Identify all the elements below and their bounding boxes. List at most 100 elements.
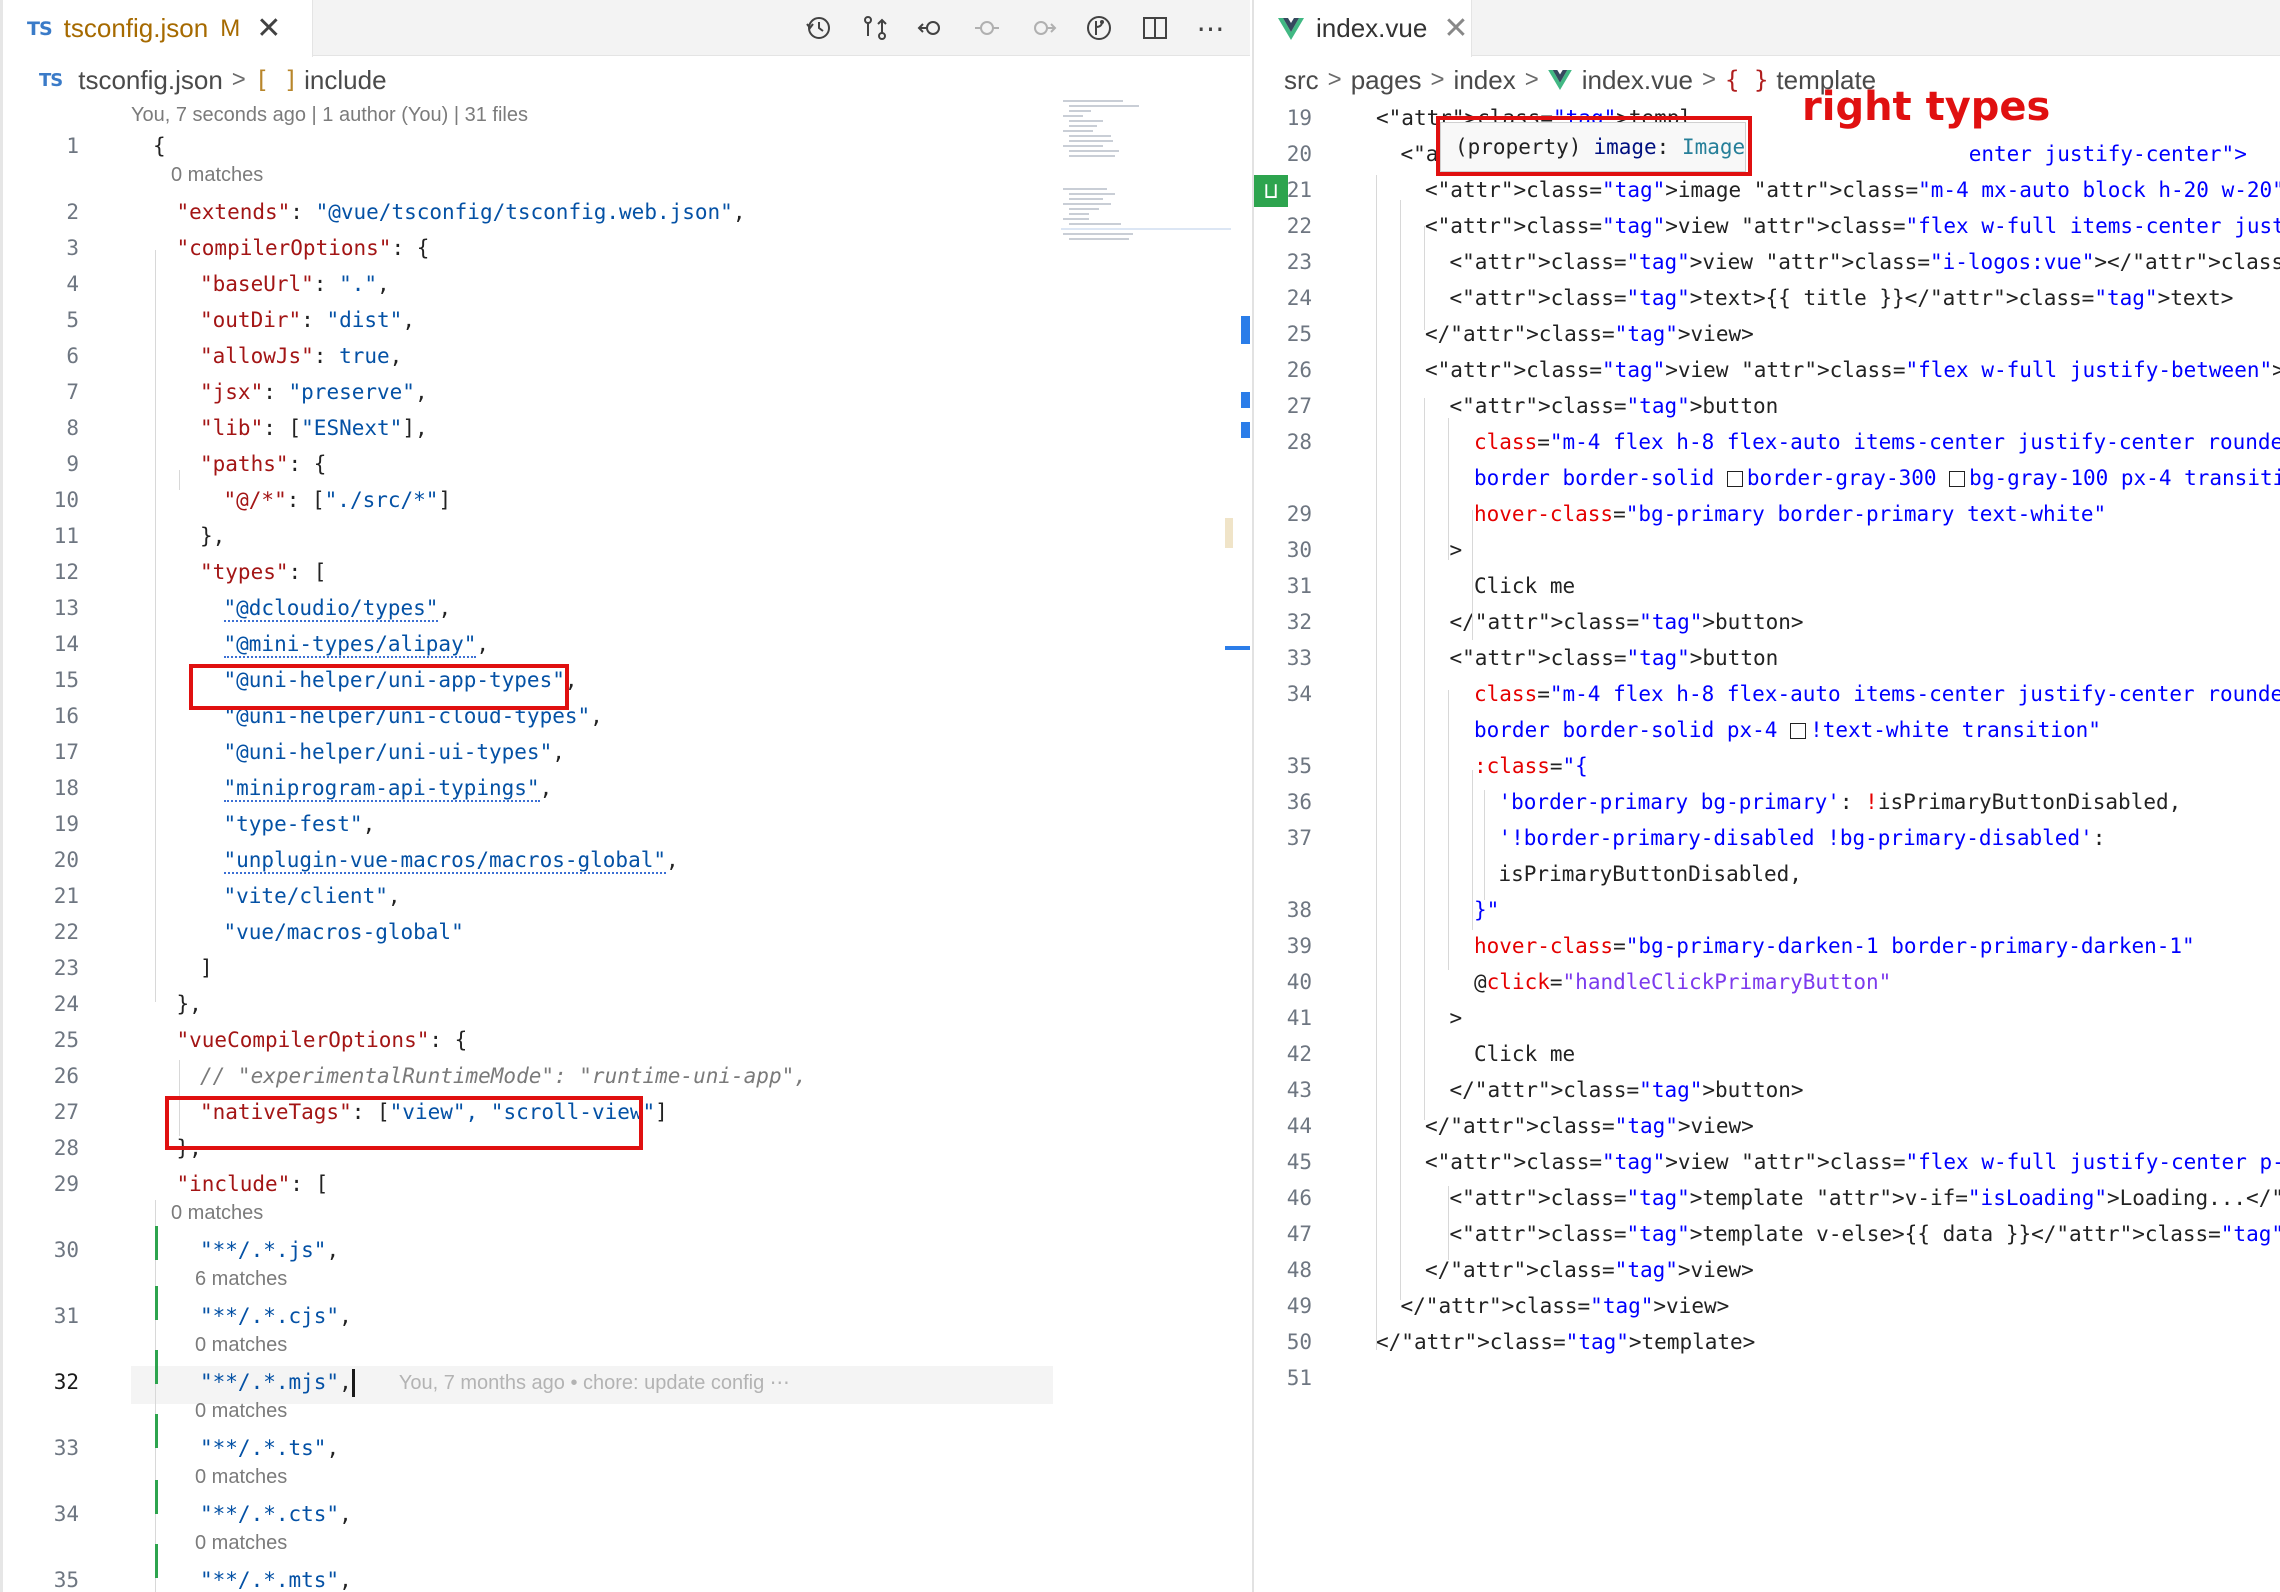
code-text[interactable]: "compilerOptions": {	[177, 230, 430, 266]
code-line[interactable]: 32 </"attr">class="tag">button>	[1254, 604, 2280, 640]
code-text[interactable]: "type-fest",	[224, 806, 376, 842]
line-number[interactable]: 33	[1254, 640, 1312, 676]
line-number[interactable]: 48	[1254, 1252, 1312, 1288]
code-text[interactable]: "**/.*.mts",	[200, 1562, 352, 1592]
codelens-text[interactable]: 0 matches	[171, 1198, 263, 1228]
line-number[interactable]: 4	[3, 266, 79, 302]
line-number[interactable]: 32	[1254, 604, 1312, 640]
line-number[interactable]: 51	[1254, 1360, 1312, 1396]
code-text[interactable]: <"attr">class="tag">text>{{ title }}</"a…	[1450, 280, 2234, 316]
code-text[interactable]: }"	[1474, 892, 1499, 928]
code-line[interactable]: 46 <"attr">class="tag">template "attr">v-…	[1254, 1180, 2280, 1216]
code-text[interactable]: hover-class="bg-primary border-primary t…	[1474, 496, 2106, 532]
code-line[interactable]: 30 >	[1254, 532, 2280, 568]
code-line[interactable]: 9 "paths": {	[3, 446, 1250, 482]
code-text[interactable]: </"attr">class="tag">button>	[1450, 604, 1804, 640]
line-number[interactable]: 30	[3, 1232, 79, 1268]
blame-codelens[interactable]: You, 7 seconds ago | 1 author (You) | 31…	[131, 104, 528, 127]
line-number[interactable]: 22	[1254, 208, 1312, 244]
code-text[interactable]: Click me	[1474, 1036, 1575, 1072]
line-number[interactable]: 47	[1254, 1216, 1312, 1252]
code-text[interactable]: "**/.*.cts",	[200, 1496, 352, 1532]
line-number[interactable]: 8	[3, 410, 79, 446]
code-text[interactable]: "@mini-types/alipay",	[223, 626, 489, 662]
code-line[interactable]: 21 "vite/client",	[3, 878, 1250, 914]
code-line[interactable]: 19 <"attr">class="tag">templ	[1254, 100, 2280, 136]
line-number[interactable]: 21	[3, 878, 79, 914]
code-line[interactable]: 27 <"attr">class="tag">button	[1254, 388, 2280, 424]
line-number[interactable]: 17	[3, 734, 79, 770]
code-line[interactable]: 35 "**/.*.mts",	[3, 1562, 1250, 1592]
codelens-text[interactable]: 6 matches	[195, 1264, 287, 1294]
line-number[interactable]: 14	[3, 626, 79, 662]
code-text[interactable]: "@/*": ["./src/*"]	[224, 482, 452, 518]
code-line[interactable]: 24 <"attr">class="tag">text>{{ title }}</…	[1254, 280, 2280, 316]
line-number[interactable]: 35	[1254, 748, 1312, 784]
tab-tsconfig[interactable]: TS tsconfig.json M ✕	[3, 0, 313, 57]
line-number[interactable]: 19	[1254, 100, 1312, 136]
code-text[interactable]: '!border-primary-disabled !bg-primary-di…	[1499, 820, 2106, 856]
line-number[interactable]: 29	[3, 1166, 79, 1202]
code-line[interactable]: 21 <"attr">class="tag">image "attr">class…	[1254, 172, 2280, 208]
code-line[interactable]: 22 "vue/macros-global"	[3, 914, 1250, 950]
codelens-text[interactable]: 0 matches	[195, 1462, 287, 1492]
line-number[interactable]: 23	[3, 950, 79, 986]
line-number[interactable]: 24	[1254, 280, 1312, 316]
code-text[interactable]: "**/.*.cjs",	[200, 1298, 352, 1334]
codelens-text[interactable]: 0 matches	[195, 1330, 287, 1360]
code-text[interactable]: border border-solid px-4 !text-white tra…	[1474, 712, 2101, 748]
code-line[interactable]: 17 "@uni-helper/uni-ui-types",	[3, 734, 1250, 770]
code-line[interactable]: 8 "lib": ["ESNext"],	[3, 410, 1250, 446]
code-line[interactable]: 6 "allowJs": true,	[3, 338, 1250, 374]
code-text[interactable]: <"attr">class="tag">view "attr">class="f…	[1425, 208, 2280, 244]
code-line[interactable]: 1{	[3, 128, 1250, 164]
code-text[interactable]: </"attr">class="tag">template>	[1376, 1324, 1755, 1360]
code-line[interactable]: 5 "outDir": "dist",	[3, 302, 1250, 338]
code-text[interactable]: 'border-primary bg-primary': !isPrimaryB…	[1499, 784, 2182, 820]
line-number[interactable]: 29	[1254, 496, 1312, 532]
line-number[interactable]: 7	[3, 374, 79, 410]
code-text[interactable]: <"attr">class="tag">image "attr">class="…	[1425, 172, 2280, 208]
code-line[interactable]: 11},	[3, 518, 1250, 554]
line-number[interactable]: 2	[3, 194, 79, 230]
code-text[interactable]: <"attr">class="tag">view "attr">class="f…	[1425, 1144, 2280, 1180]
code-text[interactable]: class="m-4 flex h-8 flex-auto items-cent…	[1474, 424, 2280, 460]
codelens-matches[interactable]: 0 matches	[3, 1330, 1250, 1360]
code-text[interactable]: "allowJs": true,	[200, 338, 402, 374]
timeline-icon[interactable]	[804, 13, 834, 43]
go-forward-icon[interactable]	[1028, 13, 1058, 43]
code-text[interactable]: isPrimaryButtonDisabled,	[1499, 856, 1802, 892]
breadcrumb-src[interactable]: src	[1284, 65, 1319, 96]
line-number[interactable]: 34	[1254, 676, 1312, 712]
code-text[interactable]: @click="handleClickPrimaryButton"	[1474, 964, 1891, 1000]
code-text[interactable]: "unplugin-vue-macros/macros-global",	[223, 842, 679, 878]
breadcrumb-pages[interactable]: pages	[1351, 65, 1422, 96]
code-line[interactable]: 20<"attr">class="tag">vienter justify-ce…	[1254, 136, 2280, 172]
breadcrumb-file[interactable]: tsconfig.json	[78, 65, 223, 96]
codelens-matches[interactable]: 0 matches	[3, 1462, 1250, 1492]
line-number[interactable]: 27	[3, 1094, 79, 1130]
code-line[interactable]: 7 "jsx": "preserve",	[3, 374, 1250, 410]
code-line[interactable]: 24},	[3, 986, 1250, 1022]
code-line[interactable]: 23]	[3, 950, 1250, 986]
line-number[interactable]: 3	[3, 230, 79, 266]
line-number[interactable]: 31	[3, 1298, 79, 1334]
code-text[interactable]: "@uni-helper/uni-ui-types",	[224, 734, 565, 770]
tab-index-vue[interactable]: index.vue ✕	[1254, 0, 1472, 57]
line-number[interactable]: 35	[3, 1562, 79, 1592]
code-text[interactable]: {	[153, 128, 166, 164]
code-text[interactable]: "types": [	[200, 554, 326, 590]
breadcrumb-symbol[interactable]: include	[304, 65, 386, 96]
codelens-text[interactable]: 0 matches	[171, 160, 263, 190]
line-number[interactable]: 33	[3, 1430, 79, 1466]
code-text[interactable]: "paths": {	[200, 446, 326, 482]
code-line[interactable]: 42 Click me	[1254, 1036, 2280, 1072]
line-number[interactable]: 11	[3, 518, 79, 554]
code-line[interactable]: 47 <"attr">class="tag">template v-else>{{…	[1254, 1216, 2280, 1252]
line-number[interactable]: 27	[1254, 388, 1312, 424]
code-line[interactable]: 30 "**/.*.js",	[3, 1232, 1250, 1268]
code-line[interactable]: 35:class="{	[1254, 748, 2280, 784]
code-text[interactable]: "**/.*.js",	[200, 1232, 339, 1268]
line-number[interactable]: 28	[1254, 424, 1312, 460]
code-text[interactable]: ]	[200, 950, 213, 986]
